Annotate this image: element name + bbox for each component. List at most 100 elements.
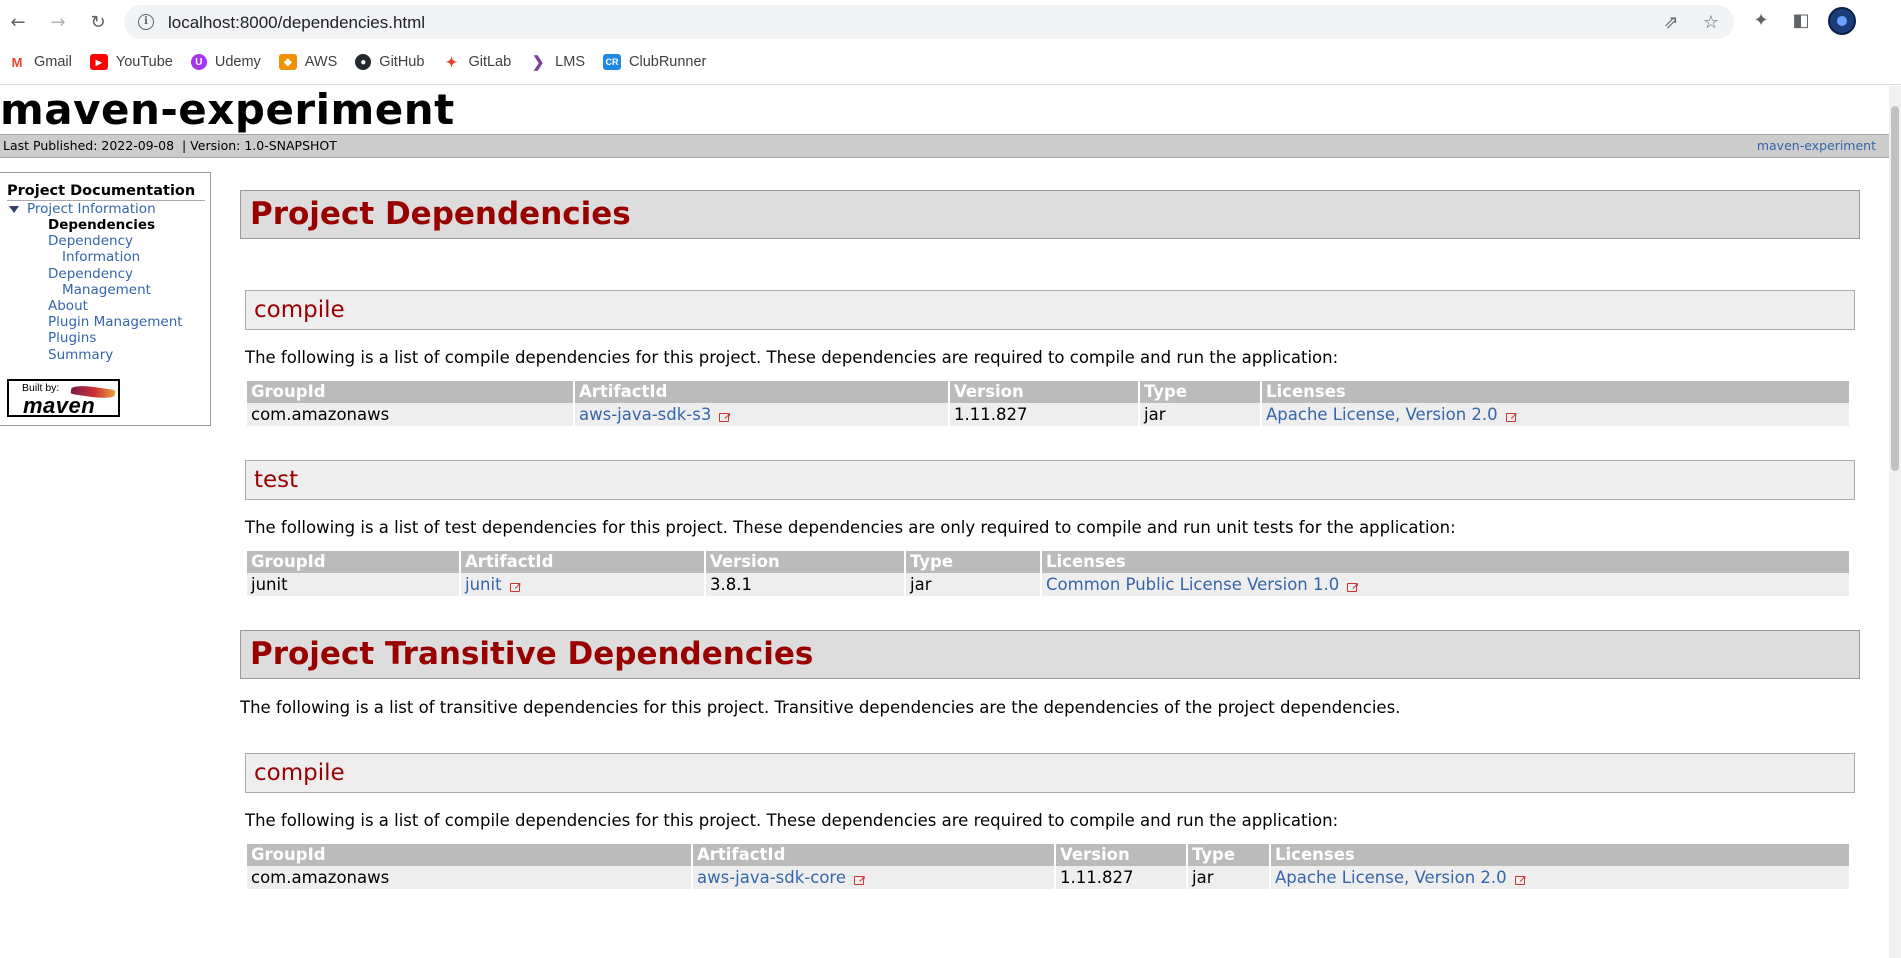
column-header: ArtifactId — [461, 551, 704, 573]
nav-item-dependency-information[interactable]: Dependency Information — [7, 233, 210, 265]
bookmark-github[interactable]: ● GitHub — [355, 54, 424, 70]
column-header: GroupId — [247, 844, 691, 866]
type-cell: jar — [1140, 403, 1260, 426]
bookmark-label: YouTube — [115, 54, 173, 70]
artifact-link[interactable]: aws-java-sdk-core — [697, 868, 846, 887]
version-cell: 1.11.827 — [1056, 866, 1186, 889]
external-link-icon[interactable] — [854, 868, 867, 891]
nav-link[interactable]: Summary — [48, 347, 113, 363]
subsection-heading-compile: compile — [245, 290, 1855, 330]
site-title: maven-experiment — [0, 86, 455, 134]
column-header: ArtifactId — [575, 381, 948, 403]
artifact-link[interactable]: junit — [465, 575, 502, 594]
license-cell: Apache License, Version 2.0 — [1262, 403, 1849, 428]
table-row: com.amazonaws aws-java-sdk-s3 1.11.827 j… — [247, 403, 1849, 428]
table-header-row: GroupId ArtifactId Version Type Licenses — [247, 551, 1849, 573]
column-header: ArtifactId — [693, 844, 1054, 866]
scrollbar-thumb[interactable] — [1891, 106, 1899, 471]
bookmark-aws[interactable]: ◆ AWS — [278, 54, 338, 70]
external-link-icon[interactable] — [719, 405, 732, 428]
column-header: Type — [1140, 381, 1260, 403]
nav-link[interactable]: Management — [48, 282, 151, 298]
back-arrow-icon[interactable]: ← — [4, 8, 32, 36]
reload-icon[interactable]: ↻ — [84, 8, 112, 36]
site-info-icon[interactable]: i — [138, 14, 154, 30]
bookmark-youtube[interactable]: ▶ YouTube — [89, 54, 173, 70]
bookmark-label: AWS — [304, 54, 338, 70]
nav-item-plugins[interactable]: Plugins — [7, 330, 210, 346]
nav-link[interactable]: Plugins — [48, 330, 96, 346]
expanded-triangle-icon[interactable] — [9, 205, 19, 213]
main-content: Project Dependencies compile The followi… — [240, 190, 1860, 891]
github-icon: ● — [355, 54, 372, 70]
version-label: | Version: 1.0-SNAPSHOT — [181, 138, 337, 153]
license-link[interactable]: Common Public License Version 1.0 — [1046, 575, 1339, 594]
column-header: Licenses — [1262, 381, 1849, 403]
built-by-maven-logo[interactable]: Built by: maven — [7, 379, 120, 418]
browser-chrome: ← → ↻ i localhost:8000/dependencies.html… — [0, 0, 1901, 85]
nav-list: Project Information Dependencies Depende… — [7, 201, 210, 363]
table-row: com.amazonaws aws-java-sdk-core 1.11.827… — [247, 866, 1849, 891]
bookmark-lms[interactable]: ❯ LMS — [529, 54, 585, 71]
nav-project-information-link[interactable]: Project Information — [27, 201, 156, 217]
license-link[interactable]: Apache License, Version 2.0 — [1266, 405, 1498, 424]
external-link-icon[interactable] — [1514, 868, 1528, 891]
external-link-icon[interactable] — [1505, 405, 1519, 428]
gmail-icon: M — [8, 54, 26, 70]
bookmark-star-icon[interactable]: ☆ — [1701, 13, 1721, 33]
url-text[interactable]: localhost:8000/dependencies.html — [168, 13, 425, 33]
nav-item-dependency-management[interactable]: Dependency Management — [7, 266, 210, 298]
artifact-link[interactable]: aws-java-sdk-s3 — [579, 405, 711, 424]
bookmark-label: Udemy — [214, 54, 261, 70]
bookmark-label: LMS — [555, 54, 585, 70]
bookmark-gmail[interactable]: M Gmail — [8, 54, 72, 70]
nav-item-about[interactable]: About — [7, 298, 210, 314]
nav-project-information[interactable]: Project Information — [9, 201, 210, 217]
nav-link[interactable]: About — [48, 298, 88, 314]
type-cell: jar — [906, 573, 1040, 596]
nav-item-dependencies: Dependencies — [48, 217, 156, 233]
bookmark-label: Gmail — [34, 54, 72, 70]
bookmark-label: GitHub — [379, 54, 425, 70]
forward-arrow-icon[interactable]: → — [44, 8, 72, 36]
artifact-cell: aws-java-sdk-s3 — [575, 403, 948, 428]
column-header: Version — [950, 381, 1138, 403]
bookmark-label: ClubRunner — [629, 54, 707, 70]
nav-link[interactable]: Information — [48, 249, 140, 265]
license-link[interactable]: Apache License, Version 2.0 — [1275, 868, 1507, 887]
table-row: junit junit 3.8.1 jar Common Public Lice… — [247, 573, 1849, 598]
column-header: Type — [1188, 844, 1269, 866]
side-panel-icon[interactable]: ◧ — [1790, 10, 1812, 32]
profile-avatar[interactable] — [1828, 7, 1856, 35]
address-bar[interactable]: i localhost:8000/dependencies.html ⇗ ☆ — [124, 5, 1734, 39]
aws-icon: ◆ — [278, 54, 297, 70]
column-header: Version — [1056, 844, 1186, 866]
bookmark-clubrunner[interactable]: CR ClubRunner — [603, 54, 706, 70]
external-link-icon[interactable] — [1347, 575, 1360, 598]
subsection-heading-test: test — [245, 460, 1855, 500]
license-cell: Apache License, Version 2.0 — [1271, 866, 1849, 891]
bookmark-udemy[interactable]: U Udemy — [190, 54, 261, 70]
nav-heading: Project Documentation — [7, 183, 205, 201]
type-cell: jar — [1188, 866, 1269, 889]
external-link-icon[interactable] — [509, 575, 523, 598]
vertical-scrollbar[interactable] — [1889, 86, 1901, 958]
share-icon[interactable]: ⇗ — [1661, 13, 1681, 33]
nav-link[interactable]: Dependency — [48, 266, 133, 282]
breadcrumb-project-link[interactable]: maven-experiment — [1757, 135, 1876, 157]
version-cell: 1.11.827 — [950, 403, 1138, 426]
column-header: GroupId — [247, 551, 459, 573]
license-cell: Common Public License Version 1.0 — [1042, 573, 1849, 598]
compile-dependencies-table: GroupId ArtifactId Version Type Licenses… — [245, 381, 1851, 428]
nav-link[interactable]: Dependency — [48, 233, 133, 249]
nav-item-summary[interactable]: Summary — [7, 347, 210, 363]
table-header-row: GroupId ArtifactId Version Type Licenses — [247, 844, 1849, 866]
extensions-puzzle-icon[interactable]: ✦ — [1750, 10, 1772, 32]
nav-link[interactable]: Plugin Management — [48, 314, 183, 330]
bookmark-gitlab[interactable]: ✦ GitLab — [442, 54, 511, 70]
last-published: Last Published: 2022-09-08 — [3, 138, 175, 153]
clubrunner-icon: CR — [603, 54, 621, 70]
transitive-compile-description: The following is a list of compile depen… — [245, 811, 1339, 830]
nav-item-plugin-management[interactable]: Plugin Management — [7, 314, 210, 330]
section-heading-transitive-dependencies: Project Transitive Dependencies — [240, 630, 1860, 679]
